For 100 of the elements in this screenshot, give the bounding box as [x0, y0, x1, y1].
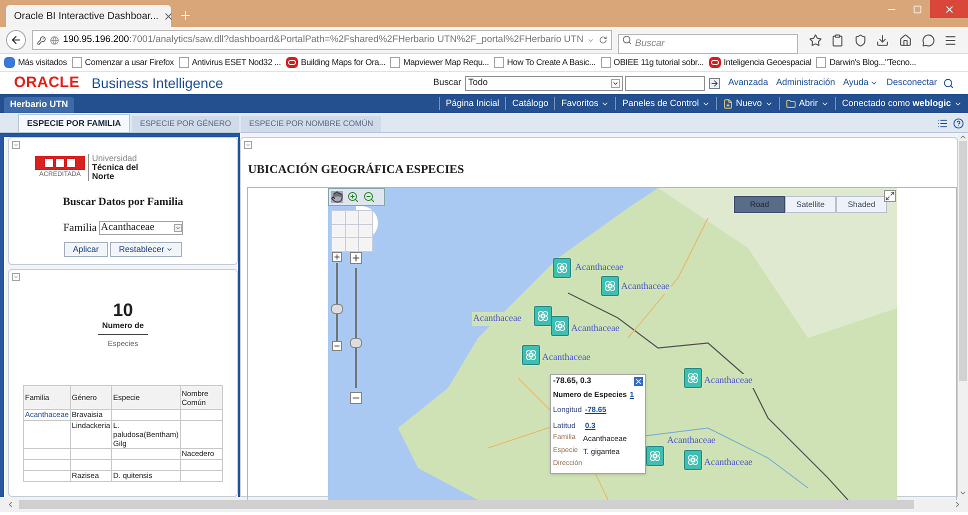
go-icon[interactable]	[709, 78, 720, 88]
filter-button[interactable]: Aplicar	[64, 242, 108, 257]
caret-icon	[166, 246, 174, 253]
zoom-plus-icon[interactable]	[350, 252, 362, 264]
metric-label: Numero de	[98, 320, 148, 335]
flower-marker-icon[interactable]	[553, 258, 571, 278]
oracle-bookmark-icon	[708, 57, 721, 68]
bookmark-item[interactable]: Inteligencia Geoespacial	[708, 56, 812, 69]
new-document-icon[interactable]	[722, 98, 733, 108]
bookmark-folder-icon	[4, 57, 15, 68]
zoom-minus-icon[interactable]	[350, 392, 362, 404]
bookmark-item[interactable]: OBIEE 11g tutorial sobr...	[600, 56, 704, 69]
bookmark-item[interactable]: Darwin's Blog..."Tecno...	[816, 56, 916, 69]
flower-marker-icon[interactable]	[684, 450, 702, 470]
back-arrow-icon	[10, 34, 22, 46]
zoom-slider[interactable]	[331, 263, 343, 341]
zoom-minus-icon[interactable]	[332, 341, 342, 351]
page-tab[interactable]: ESPECIE POR FAMILIA	[18, 114, 130, 132]
search-label: Buscar	[433, 76, 462, 90]
close-icon[interactable]	[634, 376, 643, 386]
dropdown-icon	[611, 78, 620, 88]
flower-marker-icon[interactable]	[534, 306, 552, 326]
bookmark-item[interactable]: How To Create A Basic...	[494, 56, 596, 69]
popup-title: -78.65, 0.3	[553, 375, 592, 387]
page-icon	[72, 57, 82, 68]
globe-icon	[50, 34, 60, 46]
header-link[interactable]: Ayuda	[843, 76, 868, 90]
url-field[interactable]: 190.95.196.200:7001/analytics/saw.dll?dashboard&PortalPath=%2Fshared%2FHerbario UTN%2F_portal%2FHerbario UTN	[32, 30, 612, 50]
scroll-down-icon[interactable]	[959, 489, 967, 497]
help-icon[interactable]	[953, 118, 964, 129]
zoom-in-icon[interactable]	[347, 191, 359, 203]
star-icon[interactable]	[808, 34, 822, 46]
filter-button[interactable]: Restablecer	[110, 242, 182, 257]
shield-icon[interactable]	[854, 34, 867, 46]
header-link[interactable]: Desconectar	[886, 76, 937, 90]
header-link[interactable]: Administración	[776, 76, 836, 90]
logo-text: Técnica del	[92, 163, 138, 172]
search-field[interactable]: Buscar	[618, 34, 798, 54]
metric-value: 10	[112, 300, 134, 320]
back-button[interactable]	[6, 30, 26, 50]
marker-label: Acanthaceae	[703, 374, 754, 388]
chat-icon[interactable]	[922, 34, 935, 46]
scroll-up-icon[interactable]	[959, 133, 967, 141]
header-link[interactable]: Avanzada	[728, 76, 768, 90]
caret-icon[interactable]	[870, 79, 878, 87]
search-input[interactable]	[625, 76, 706, 90]
flower-marker-icon[interactable]	[684, 368, 702, 388]
family-select[interactable]: Acanthaceae	[98, 220, 183, 235]
vertical-scrollbar[interactable]	[958, 133, 968, 497]
page-tab[interactable]: ESPECIE POR NOMBRE COMÚN	[241, 116, 382, 132]
map-type-button[interactable]: Shaded	[836, 196, 887, 213]
nav-link[interactable]: Catálogo	[512, 96, 548, 110]
options-icon[interactable]	[937, 118, 948, 129]
page-icon	[600, 57, 611, 68]
search-icon	[622, 35, 632, 45]
slider-thumb[interactable]	[350, 338, 362, 348]
nav-link[interactable]: Favoritos	[561, 96, 598, 110]
dropdown-icon	[174, 224, 182, 232]
page-icon	[178, 57, 189, 68]
zoom-slider[interactable]	[350, 268, 362, 388]
zoom-out-icon[interactable]	[363, 191, 375, 203]
scroll-right-icon[interactable]	[953, 500, 962, 509]
bookmark-item[interactable]: Antivirus ESET Nod32 ...	[178, 56, 281, 69]
dashboard-tab[interactable]: Herbario UTN	[4, 97, 74, 113]
map-type-button[interactable]: Satellite	[785, 196, 836, 213]
flower-marker-icon[interactable]	[522, 345, 540, 365]
oracle-logo: ORACLE	[14, 72, 80, 93]
nav-link[interactable]: Nuevo	[736, 96, 762, 110]
marker-label: Acanthaceae	[472, 312, 523, 326]
nav-link[interactable]: Paneles de Control	[622, 96, 699, 110]
expand-icon[interactable]	[884, 190, 896, 202]
bookmark-item[interactable]: Building Maps for Ora...	[286, 56, 386, 69]
download-icon[interactable]	[876, 34, 890, 46]
browser-tab[interactable]: Oracle BI Interactive Dashboar...	[6, 5, 171, 27]
close-icon[interactable]	[162, 10, 174, 22]
nav-link[interactable]: Abrir	[798, 96, 818, 110]
search-icon[interactable]	[943, 78, 954, 88]
nav-link[interactable]: Página Inicial	[446, 96, 500, 110]
url-text: 190.95.196.200:7001/analytics/saw.dll?dashboard&PortalPath=%2Fshared%2FHerbario UTN%2F_portal%2FHerbario UTN	[63, 32, 584, 47]
bookmark-item[interactable]: Más visitados	[4, 56, 67, 69]
menu-icon[interactable]	[944, 34, 958, 46]
flower-marker-icon[interactable]	[551, 316, 569, 336]
reload-icon[interactable]	[598, 35, 608, 45]
flower-marker-icon[interactable]	[601, 276, 619, 296]
folder-icon[interactable]	[786, 98, 796, 108]
search-scope-select[interactable]: Todo	[465, 76, 624, 90]
bookmark-item[interactable]: Mapviewer Map Requ...	[390, 56, 489, 69]
clipboard-icon[interactable]	[831, 34, 844, 46]
bookmark-item[interactable]: Comenzar a usar Firefox	[72, 56, 174, 69]
close-icon	[944, 4, 954, 14]
home-icon[interactable]	[899, 34, 912, 46]
pan-tool-icon[interactable]	[331, 191, 343, 203]
university-logo-icon	[35, 156, 85, 170]
nav-link[interactable]: Conectado como weblogic	[842, 96, 951, 110]
flower-marker-icon[interactable]	[646, 446, 664, 466]
close-button[interactable]	[930, 0, 968, 18]
page-tab[interactable]: ESPECIE POR GÉNERO	[132, 116, 240, 132]
zoom-plus-icon[interactable]	[332, 252, 342, 262]
slider-thumb[interactable]	[331, 304, 343, 314]
scroll-left-icon[interactable]	[6, 500, 15, 509]
